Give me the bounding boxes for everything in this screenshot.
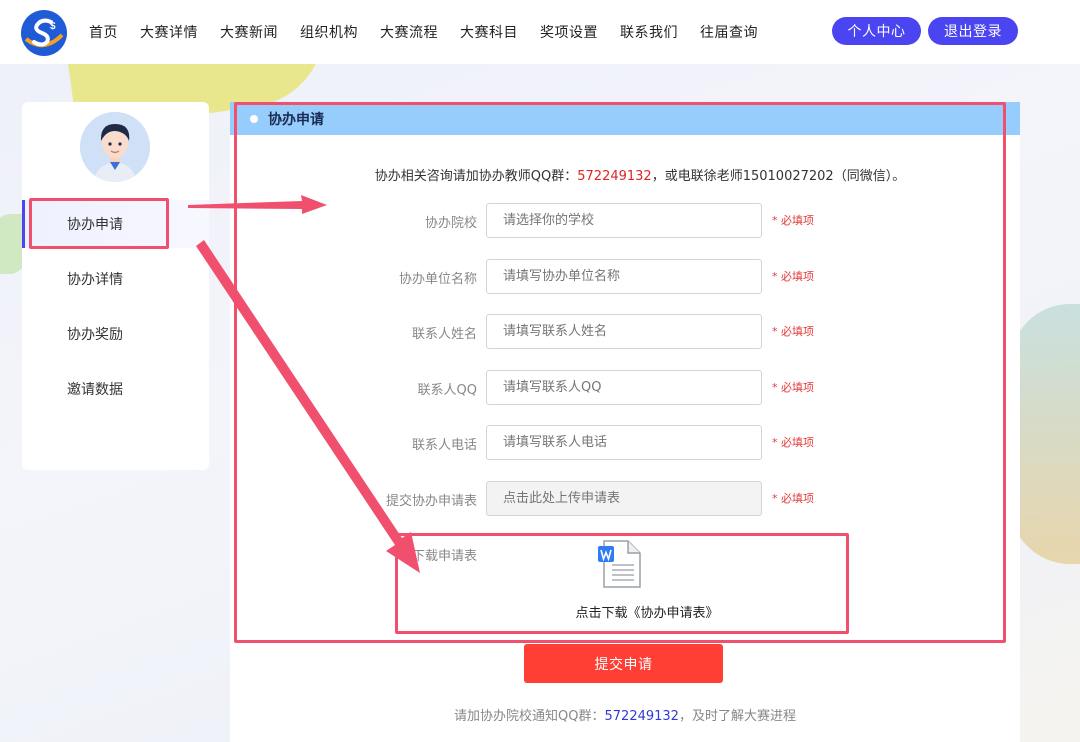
unit-name-input[interactable] bbox=[486, 259, 762, 294]
main-nav: 首页 大赛详情 大赛新闻 组织机构 大赛流程 大赛科目 奖项设置 联系我们 往届… bbox=[78, 0, 769, 64]
apply-form-panel: 协办申请 协办相关咨询请加协办教师QQ群：572249132，或电联徐老师150… bbox=[230, 102, 1020, 742]
download-form-label: 下载申请表 bbox=[411, 549, 477, 564]
nav-contest-news[interactable]: 大赛新闻 bbox=[209, 22, 289, 42]
nav-contest-subjects[interactable]: 大赛科目 bbox=[449, 22, 529, 42]
word-document-icon[interactable] bbox=[598, 540, 642, 588]
avatar-icon bbox=[80, 112, 150, 182]
school-select-input[interactable] bbox=[486, 203, 762, 238]
sidebar-item-apply[interactable]: 协办申请 bbox=[22, 200, 209, 248]
contact-phone-label: 联系人电话 bbox=[411, 438, 477, 453]
required-mark: * 必填项 bbox=[772, 492, 814, 505]
required-mark: * 必填项 bbox=[772, 270, 814, 283]
upload-form-input[interactable] bbox=[486, 481, 762, 516]
consult-notice: 协办相关咨询请加协办教师QQ群：572249132，或电联徐老师15010027… bbox=[230, 165, 1020, 184]
contact-phone-input[interactable] bbox=[486, 425, 762, 460]
footer-notice: 请加协办院校通知QQ群：572249132，及时了解大赛进程 bbox=[230, 705, 1020, 724]
contact-qq-input[interactable] bbox=[486, 370, 762, 405]
nav-past-queries[interactable]: 往届查询 bbox=[689, 22, 769, 42]
sidebar-item-label: 协办申请 bbox=[67, 217, 123, 233]
required-mark: * 必填项 bbox=[772, 325, 814, 338]
sidebar-item-label: 协办详情 bbox=[67, 272, 123, 288]
sidebar-item-details[interactable]: 协办详情 bbox=[22, 255, 209, 303]
logout-button[interactable]: 退出登录 bbox=[928, 17, 1018, 45]
logo-icon[interactable]: $ bbox=[20, 9, 68, 57]
contact-name-label: 联系人姓名 bbox=[411, 327, 477, 342]
active-indicator bbox=[22, 200, 25, 248]
avatar[interactable] bbox=[80, 112, 150, 182]
submit-application-button[interactable]: 提交申请 bbox=[524, 644, 723, 683]
contact-name-input[interactable] bbox=[486, 314, 762, 349]
notice-qq-number: 572249132 bbox=[577, 169, 652, 184]
nav-contest-details[interactable]: 大赛详情 bbox=[129, 22, 209, 42]
notice-suffix: ，或电联徐老师15010027202（同微信）。 bbox=[651, 169, 906, 184]
nav-awards[interactable]: 奖项设置 bbox=[529, 22, 609, 42]
download-form-link[interactable]: 点击下载《协办申请表》 bbox=[486, 602, 808, 621]
sidebar-item-rewards[interactable]: 协办奖励 bbox=[22, 310, 209, 358]
sidebar-item-label: 协办奖励 bbox=[67, 327, 123, 343]
unit-name-label: 协办单位名称 bbox=[398, 272, 477, 287]
panel-header: 协办申请 bbox=[230, 102, 1020, 135]
required-mark: * 必填项 bbox=[772, 214, 814, 227]
sidebar-item-invite-data[interactable]: 邀请数据 bbox=[22, 365, 209, 413]
sidebar-item-label: 邀请数据 bbox=[67, 382, 123, 398]
footer-prefix: 请加协办院校通知QQ群： bbox=[454, 709, 605, 724]
sidebar: 协办申请 协办详情 协办奖励 邀请数据 bbox=[22, 102, 209, 470]
nav-contest-process[interactable]: 大赛流程 bbox=[369, 22, 449, 42]
footer-qq-number: 572249132 bbox=[604, 709, 679, 724]
bg-decoration-teal bbox=[1010, 304, 1080, 564]
school-label: 协办院校 bbox=[424, 216, 477, 231]
personal-center-button[interactable]: 个人中心 bbox=[832, 17, 921, 45]
upload-form-label: 提交协办申请表 bbox=[385, 494, 477, 509]
nav-contact[interactable]: 联系我们 bbox=[609, 22, 689, 42]
required-mark: * 必填项 bbox=[772, 436, 814, 449]
notice-prefix: 协办相关咨询请加协办教师QQ群： bbox=[374, 169, 578, 184]
footer-suffix: ，及时了解大赛进程 bbox=[678, 709, 796, 724]
header-dot-icon bbox=[250, 114, 258, 123]
nav-organization[interactable]: 组织机构 bbox=[289, 22, 369, 42]
panel-title: 协办申请 bbox=[268, 111, 324, 128]
top-navigation-bar: $ 首页 大赛详情 大赛新闻 组织机构 大赛流程 大赛科目 奖项设置 联系我们 … bbox=[0, 0, 1080, 64]
svg-text:$: $ bbox=[50, 21, 56, 32]
contact-qq-label: 联系人QQ bbox=[417, 383, 477, 398]
required-mark: * 必填项 bbox=[772, 381, 814, 394]
nav-home[interactable]: 首页 bbox=[78, 22, 129, 42]
